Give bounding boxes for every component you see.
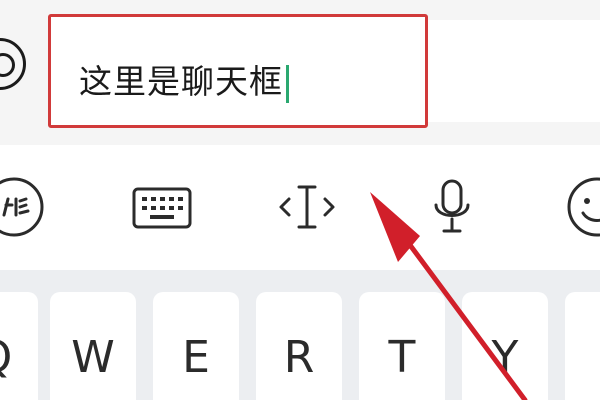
keyboard-toolbar: [0, 145, 600, 270]
chat-input-field[interactable]: 这里是聊天框: [48, 14, 428, 128]
voice-wave-icon: [0, 53, 15, 77]
keyboard-area: Q W E R T Y: [0, 270, 600, 400]
key-u[interactable]: [565, 292, 600, 400]
key-r[interactable]: R: [256, 292, 342, 400]
key-w[interactable]: W: [50, 292, 136, 400]
key-y[interactable]: Y: [462, 292, 548, 400]
text-caret: [286, 64, 289, 103]
key-q[interactable]: Q: [0, 292, 38, 400]
keyboard-icon[interactable]: [130, 175, 194, 239]
microphone-icon[interactable]: [420, 175, 484, 239]
chat-input-bar: 这里是聊天框: [0, 0, 600, 145]
cursor-move-icon[interactable]: [275, 175, 339, 239]
chat-screen: 这里是聊天框 W E R T Y: [0, 0, 600, 400]
input-extension: [428, 20, 600, 122]
handwriting-icon[interactable]: [0, 175, 46, 239]
key-e[interactable]: E: [153, 292, 239, 400]
key-t[interactable]: T: [359, 292, 445, 400]
chat-input-value: 这里是聊天框: [79, 55, 289, 103]
emoji-icon[interactable]: [565, 175, 600, 239]
voice-toggle-button[interactable]: [0, 38, 26, 90]
